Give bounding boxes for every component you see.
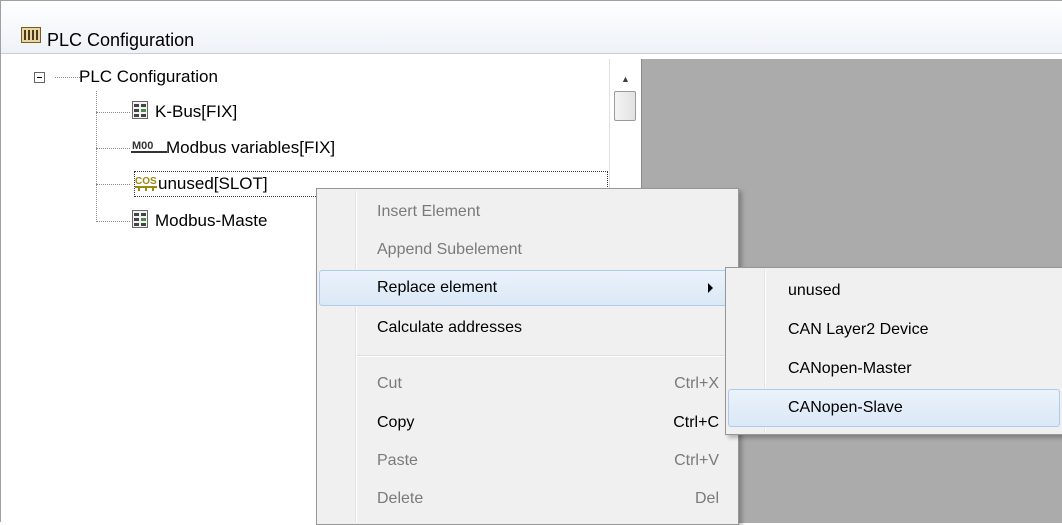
context-menu: Insert Element Append Subelement Replace… bbox=[316, 188, 739, 525]
menu-item-delete[interactable]: Delete Del bbox=[319, 481, 734, 517]
submenu-item-canopen-master[interactable]: CANopen-Master bbox=[728, 350, 1060, 388]
menu-item-copy[interactable]: Copy Ctrl+C bbox=[319, 405, 734, 441]
menu-item-append-subelement[interactable]: Append Subelement bbox=[319, 232, 734, 268]
tree-item-label: Modbus variables[FIX] bbox=[166, 138, 336, 157]
svg-text:COS: COS bbox=[135, 176, 157, 187]
tree-item-label: unused[SLOT] bbox=[158, 174, 268, 193]
plc-config-icon bbox=[21, 27, 41, 48]
window-title: PLC Configuration bbox=[47, 30, 195, 50]
tree-connector bbox=[96, 91, 97, 222]
cos-slot-icon: COS bbox=[135, 173, 159, 196]
tree-item-label: K-Bus[FIX] bbox=[155, 102, 238, 121]
menu-item-paste[interactable]: Paste Ctrl+V bbox=[319, 443, 734, 479]
replace-element-submenu: unused CAN Layer2 Device CANopen-Master … bbox=[725, 267, 1062, 435]
tree-item-modbus-variables[interactable]: M00 Modbus variables[FIX] bbox=[131, 136, 335, 160]
menu-item-insert-element[interactable]: Insert Element bbox=[319, 194, 734, 230]
title-bar: PLC Configuration bbox=[1, 1, 1062, 54]
modbus-variables-icon: M00 bbox=[131, 137, 169, 160]
menu-item-replace-element[interactable]: Replace element bbox=[319, 270, 734, 306]
submenu-arrow-icon bbox=[708, 283, 713, 293]
tree-connector bbox=[96, 221, 130, 222]
tree-item-label: Modbus-Maste bbox=[155, 211, 268, 230]
submenu-item-canopen-slave[interactable]: CANopen-Slave bbox=[728, 389, 1060, 427]
tree-root[interactable]: PLC Configuration bbox=[34, 65, 218, 89]
menu-item-calculate-addresses[interactable]: Calculate addresses bbox=[319, 310, 734, 346]
submenu-item-can-layer2-device[interactable]: CAN Layer2 Device bbox=[728, 311, 1060, 349]
tree-root-label: PLC Configuration bbox=[79, 67, 218, 86]
scroll-up-arrow-icon[interactable]: ▲ bbox=[621, 74, 630, 84]
tree-connector bbox=[96, 148, 130, 149]
tree-item-modbus-master[interactable]: Modbus-Maste bbox=[132, 209, 267, 233]
collapse-toggle-icon[interactable] bbox=[34, 71, 45, 83]
menu-item-cut[interactable]: Cut Ctrl+X bbox=[319, 366, 734, 402]
tree-item-k-bus[interactable]: K-Bus[FIX] bbox=[132, 100, 237, 124]
menu-separator bbox=[357, 355, 731, 357]
tree-connector bbox=[96, 112, 130, 113]
scrollbar-thumb[interactable] bbox=[614, 91, 636, 121]
svg-text:M00: M00 bbox=[132, 140, 153, 152]
submenu-item-unused[interactable]: unused bbox=[728, 272, 1060, 310]
tree-connector bbox=[96, 184, 130, 185]
module-icon bbox=[132, 100, 148, 124]
module-icon bbox=[132, 209, 148, 233]
plc-configuration-window: PLC Configuration PLC Configuration K-Bu… bbox=[0, 0, 1062, 525]
